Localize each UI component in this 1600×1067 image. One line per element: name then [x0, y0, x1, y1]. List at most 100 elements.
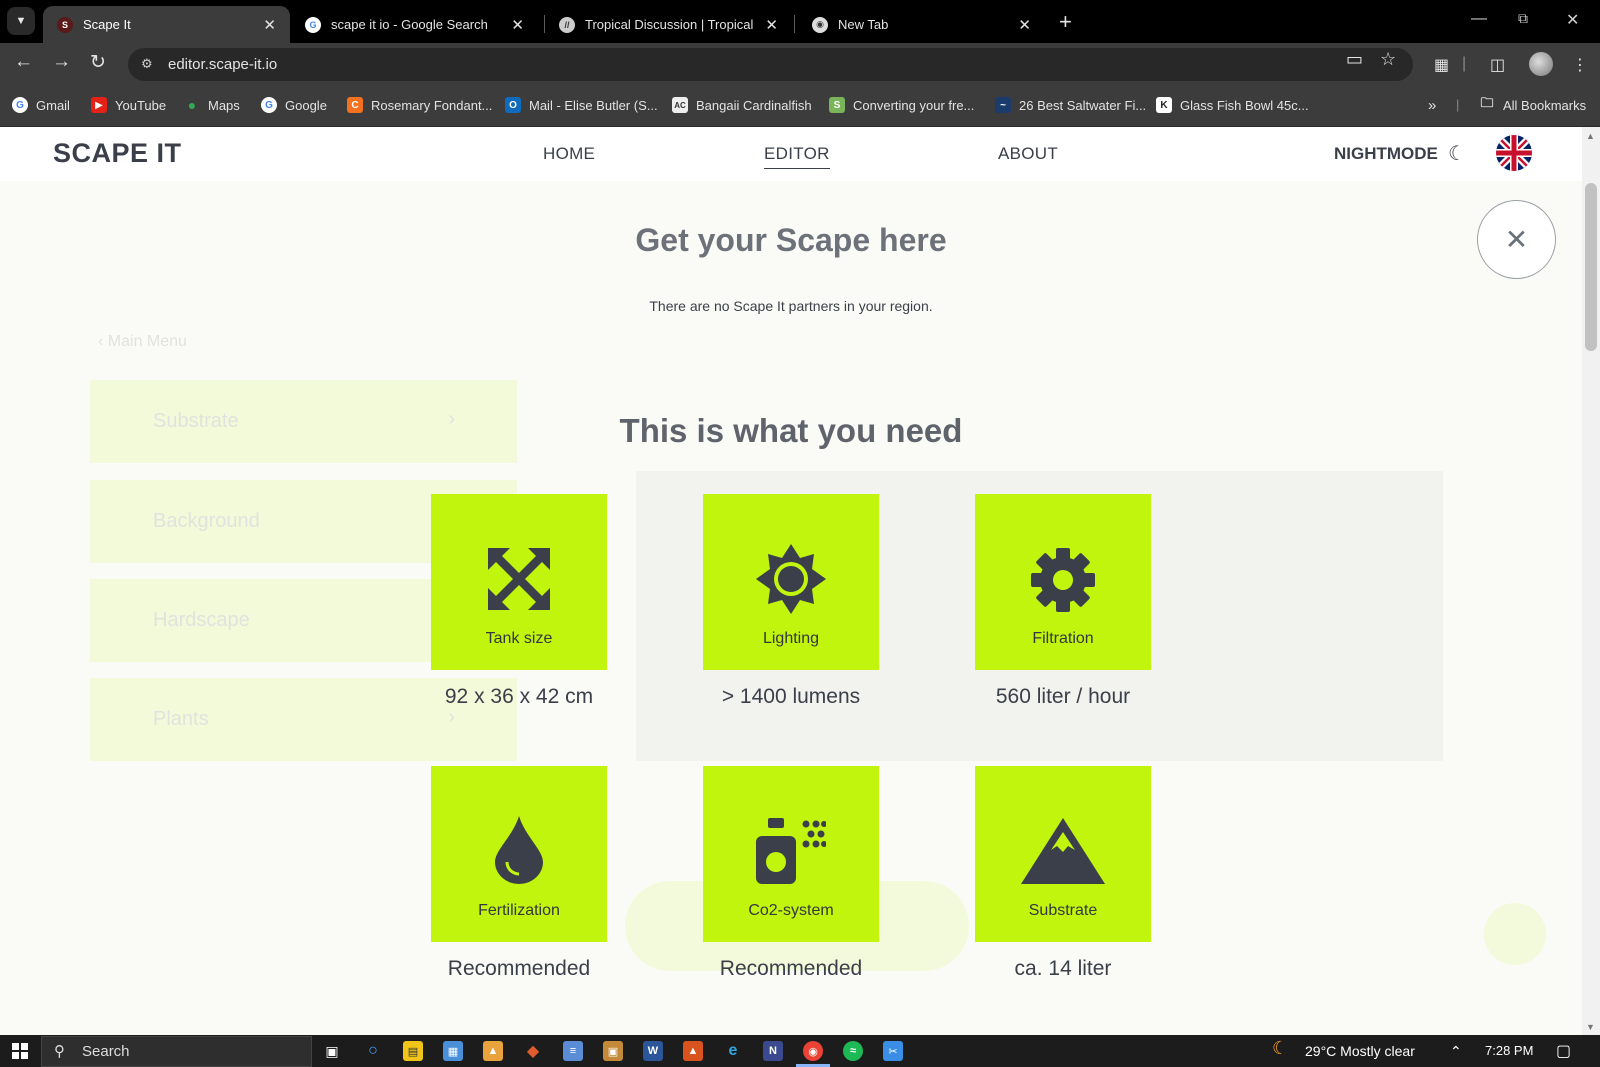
minecraft-icon[interactable]: ▣ [603, 1041, 623, 1061]
card-label: Filtration [1032, 630, 1094, 647]
bookmark-mail[interactable]: O Mail - Elise Butler (S... [505, 97, 658, 113]
tab-title: Tropical Discussion | Tropical Fis [585, 17, 755, 32]
card-label: Substrate [1028, 902, 1098, 919]
card-lighting: Lighting [703, 494, 879, 670]
photos-icon[interactable]: ▲ [483, 1041, 503, 1061]
bookmark-saltwater[interactable]: ~ 26 Best Saltwater Fi... [995, 97, 1146, 113]
card-label: Co2-system [748, 902, 834, 919]
site-info-icon[interactable]: ⚙ [141, 56, 153, 72]
close-tab-icon[interactable]: ✕ [511, 16, 524, 34]
window-close-icon[interactable]: ✕ [1566, 10, 1579, 30]
tab-search-button[interactable]: ▼ [7, 7, 35, 35]
bookmark-youtube[interactable]: ▶ YouTube [91, 97, 166, 113]
maps-icon: ● [187, 97, 197, 113]
restore-icon[interactable]: ⧉ [1518, 10, 1528, 27]
google-icon: G [261, 97, 277, 113]
side-panel-icon[interactable]: ◫ [1490, 55, 1505, 75]
card-filtration: Filtration [975, 494, 1151, 670]
close-tab-icon[interactable]: ✕ [263, 16, 276, 34]
back-icon[interactable]: ← [14, 51, 33, 73]
nav-about[interactable]: ABOUT [998, 144, 1058, 164]
card-label: Fertilization [478, 902, 560, 919]
weather-text[interactable]: 29°C Mostly clear [1305, 1043, 1415, 1059]
word-icon[interactable]: W [643, 1041, 663, 1061]
bookmark-label: Bangaii Cardinalfish [696, 97, 812, 113]
more-bookmarks-icon[interactable]: » [1428, 97, 1436, 114]
notifications-icon[interactable]: ▢ [1556, 1041, 1571, 1061]
app-icon[interactable]: ◆ [523, 1041, 543, 1061]
snipping-tool-icon[interactable]: ✂ [883, 1041, 903, 1061]
scape-summary-modal: ✕ Get your Scape here There are no Scape… [0, 181, 1582, 1035]
bookmark-label: Maps [208, 97, 240, 113]
bookmark-star-icon[interactable]: ☆ [1380, 49, 1396, 70]
tab-title: New Tab [838, 17, 889, 32]
bookmark-glass-fish-bowl[interactable]: K Glass Fish Bowl 45c... [1156, 97, 1309, 113]
extensions-icon[interactable]: ▦ [1434, 55, 1449, 75]
forward-icon[interactable]: → [52, 51, 71, 73]
bookmark-label: Gmail [36, 97, 70, 113]
chrome-icon: ◉ [812, 16, 828, 33]
spotify-icon[interactable]: ≈ [843, 1041, 863, 1061]
bookmark-google[interactable]: G Google [261, 97, 327, 113]
ac-icon: AC [672, 97, 688, 113]
task-view-icon[interactable]: ▣ [322, 1041, 342, 1061]
k-icon: K [1156, 97, 1172, 113]
edge-icon[interactable]: e [723, 1041, 743, 1061]
clock[interactable]: 7:28 PM [1485, 1043, 1533, 1058]
bookmark-gmail[interactable]: G Gmail [12, 97, 70, 113]
nav-home[interactable]: HOME [543, 144, 595, 164]
all-bookmarks-button[interactable]: 🗀 All Bookmarks [1479, 95, 1586, 113]
store-icon[interactable]: ▦ [443, 1041, 463, 1061]
office-app-icon[interactable]: ▲ [683, 1041, 703, 1061]
close-tab-icon[interactable]: ✕ [1018, 16, 1031, 34]
tab-google-search[interactable]: G scape it io - Google Search ✕ [291, 6, 538, 43]
folder-icon: 🗀 [1480, 95, 1494, 110]
moon-icon[interactable]: ☾ [1448, 141, 1466, 166]
card-value: 92 x 36 x 42 cm [444, 685, 594, 708]
file-explorer-icon[interactable]: ▤ [403, 1041, 423, 1061]
card-value: ca. 14 liter [1014, 957, 1112, 980]
taskbar-search-box[interactable]: ⚲ Search [41, 1036, 312, 1067]
tab-scape-it[interactable]: S Scape It ✕ [43, 6, 290, 43]
uk-flag-icon[interactable] [1496, 135, 1532, 171]
scroll-down-icon[interactable]: ▼ [1586, 1022, 1595, 1032]
chrome-taskbar-icon[interactable]: ◉ [803, 1041, 823, 1061]
site-logo[interactable]: SCAPE IT [53, 138, 182, 169]
tab-tropical-discussion[interactable]: // Tropical Discussion | Tropical Fis ✕ [545, 6, 792, 43]
scrollbar-thumb[interactable] [1585, 183, 1597, 351]
nightmode-toggle[interactable]: NIGHTMODE [1334, 144, 1438, 164]
nav-editor[interactable]: EDITOR [764, 144, 830, 169]
card-value: 560 liter / hour [995, 685, 1131, 708]
bookmark-maps[interactable]: ● Maps [184, 97, 240, 113]
search-icon: ⚲ [54, 1043, 65, 1060]
windows-start-icon[interactable] [12, 1043, 28, 1059]
cortana-icon[interactable]: ○ [363, 1041, 383, 1061]
card-value: > 1400 lumens [721, 685, 861, 708]
bookmark-bangaii[interactable]: AC Bangaii Cardinalfish [672, 97, 812, 113]
chrome-menu-icon[interactable]: ⋮ [1572, 55, 1588, 75]
page-scrollbar[interactable]: ▲ ▼ [1582, 127, 1600, 1035]
site-header: SCAPE IT HOME EDITOR ABOUT NIGHTMODE ☾ [0, 127, 1582, 181]
youtube-icon: ▶ [91, 97, 107, 113]
address-bar[interactable]: ⚙ editor.scape-it.io [128, 48, 1413, 81]
weather-icon[interactable]: ☾ [1272, 1038, 1288, 1059]
minimize-icon[interactable]: — [1471, 10, 1487, 28]
new-tab-button[interactable]: + [1059, 9, 1072, 35]
install-app-icon[interactable]: ▭ [1346, 49, 1363, 70]
onenote-icon[interactable]: N [763, 1041, 783, 1061]
bookmark-rosemary-fondant[interactable]: C Rosemary Fondant... [347, 97, 492, 113]
card-label: Lighting [762, 630, 820, 647]
needs-title: This is what you need [619, 412, 963, 449]
calculator-icon[interactable]: ≡ [563, 1041, 583, 1061]
droplet-icon [495, 816, 543, 889]
card-value: Recommended [719, 957, 863, 980]
bookmark-label: Rosemary Fondant... [371, 97, 493, 113]
reload-icon[interactable]: ↻ [90, 51, 106, 74]
tray-chevron-icon[interactable]: ⌃ [1450, 1043, 1462, 1060]
bookmark-label: Converting your fre... [853, 97, 975, 113]
bookmark-converting[interactable]: S Converting your fre... [829, 97, 974, 113]
scroll-up-icon[interactable]: ▲ [1586, 131, 1595, 141]
tab-new-tab[interactable]: ◉ New Tab ✕ [798, 6, 1045, 43]
profile-avatar[interactable] [1529, 52, 1553, 76]
close-tab-icon[interactable]: ✕ [765, 16, 778, 34]
